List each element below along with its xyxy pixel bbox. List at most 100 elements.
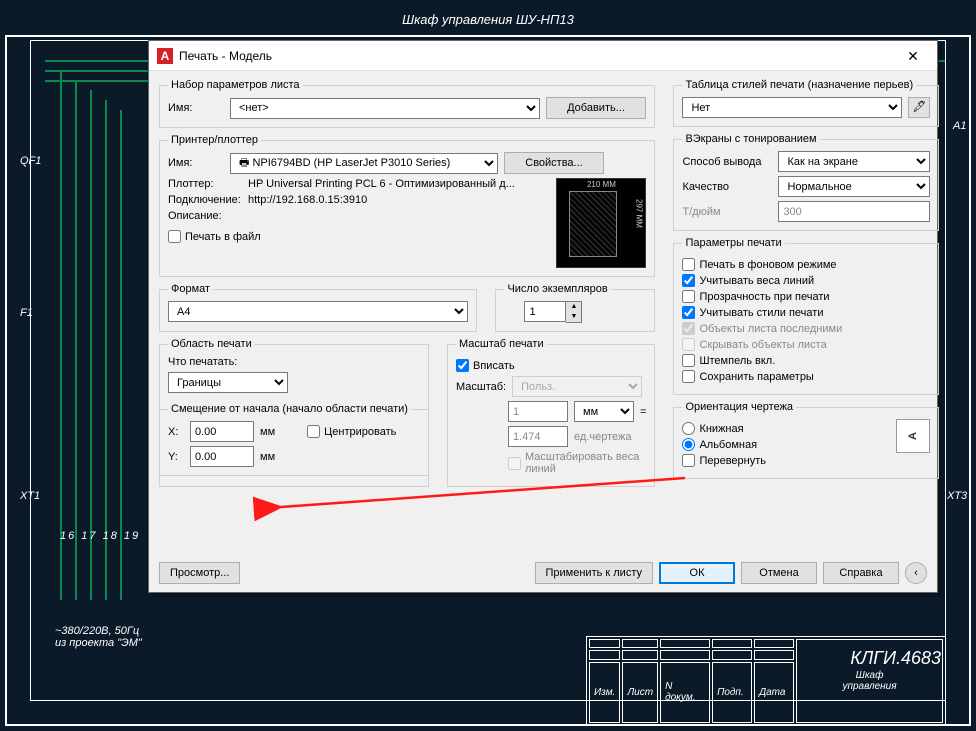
plotter-label: Плоттер: [168,178,248,190]
scale-equals: = [640,406,646,418]
pagesetup-name-label: Имя: [168,102,224,114]
opt-paperspace-last-checkbox [682,322,695,335]
plot-what-select[interactable]: Границы [168,372,288,393]
cad-label-f1: F1 [20,307,33,319]
plot-style-edit-button[interactable]: 🖋 [908,97,930,118]
landscape-radio[interactable] [682,438,695,451]
scale-numerator-input [508,401,568,422]
shade-mode-label: Способ вывода [682,156,772,168]
opt-transparency-checkbox[interactable] [682,290,695,303]
scale-unit2-label: ед.чертежа [574,431,631,443]
plotter-value: HP Universal Printing PCL 6 - Оптимизиро… [248,178,544,190]
drawing-title: Шкаф управления ШУ-НП13 [0,12,976,27]
copies-group: Число экземпляров ▲▼ [495,283,655,332]
cad-wire [105,100,107,600]
plot-options-legend: Параметры печати [682,237,784,249]
preview-button[interactable]: Просмотр... [159,562,240,584]
format-legend: Формат [168,283,213,295]
connection-label: Подключение: [168,194,248,206]
scale-label: Масштаб: [456,381,506,393]
portrait-radio[interactable] [682,422,695,435]
plot-style-select[interactable]: Нет [682,97,902,118]
cancel-button[interactable]: Отмена [741,562,817,584]
offset-x-label: X: [168,426,184,438]
connection-value: http://192.168.0.15:3910 [248,194,544,206]
cad-label-a1: A1 [953,120,966,132]
cad-voltage-note: ~380/220В, 50Гц из проекта "ЭМ" [55,625,142,649]
center-plot-label: Центрировать [324,426,396,438]
offset-x-input[interactable] [190,421,254,442]
offset-y-label: Y: [168,451,184,463]
printer-name-select[interactable]: 🖶 NPI6794BD (HP LaserJet P3010 Series) [230,153,498,174]
opt-hide-paperspace-checkbox [682,338,695,351]
opt-stamp-checkbox[interactable] [682,354,695,367]
dialog-footer: Просмотр... Применить к листу ОК Отмена … [159,562,927,584]
plot-offset-legend: Смещение от начала (начало области печат… [168,403,411,415]
plot-styles-legend: Таблица стилей печати (назначение перьев… [682,79,916,91]
scale-denominator-input [508,426,568,447]
apply-to-layout-button[interactable]: Применить к листу [535,562,654,584]
format-group: Формат A4 [159,283,477,332]
plot-options-group: Параметры печати Печать в фоновом режиме… [673,237,939,395]
scale-lineweights-label: Масштабировать веса линий [525,451,646,475]
opt-save-changes-checkbox[interactable] [682,370,695,383]
titleblock: Шкаф управления Изм.ЛистN докум.Подп.Дат… [586,636,946,726]
opt-plotstyles-checkbox[interactable] [682,306,695,319]
print-dialog: A Печать - Модель ✕ Набор параметров лис… [148,40,938,593]
printer-group: Принтер/плоттер Имя: 🖶 NPI6794BD (HP Las… [159,134,655,277]
cad-label-xt1: XT1 [20,490,40,502]
dialog-titlebar: A Печать - Модель ✕ [149,41,937,71]
shade-mode-select[interactable]: Как на экране [778,151,930,172]
close-button[interactable]: ✕ [897,44,929,68]
scale-lineweights-checkbox [508,457,521,470]
shade-quality-select[interactable]: Нормальное [778,176,930,197]
orientation-legend: Ориентация чертежа [682,401,796,413]
copies-up[interactable]: ▲ [566,302,581,312]
shade-quality-label: Качество [682,181,772,193]
plot-scale-group: Масштаб печати Вписать Масштаб: Польз. м… [447,338,655,487]
dialog-title: Печать - Модель [179,49,897,63]
ok-button[interactable]: ОК [659,562,735,584]
opt-lineweights-checkbox[interactable] [682,274,695,287]
cad-wire [90,90,92,600]
shade-dpi-label: Т/дюйм [682,206,772,218]
upside-down-checkbox[interactable] [682,454,695,467]
format-select[interactable]: A4 [168,301,468,322]
print-to-file-label: Печать в файл [185,231,261,243]
fit-to-paper-label: Вписать [473,360,515,372]
help-button[interactable]: Справка [823,562,899,584]
opt-background-checkbox[interactable] [682,258,695,271]
cad-label-xt3: XT3 [947,490,967,502]
plot-what-label: Что печатать: [168,356,420,368]
shade-dpi-input [778,201,930,222]
description-value [248,210,544,222]
copies-down[interactable]: ▼ [566,312,581,322]
page-setup-group: Набор параметров листа Имя: <нет> Добави… [159,79,655,128]
print-to-file-checkbox[interactable] [168,230,181,243]
plot-scale-legend: Масштаб печати [456,338,547,350]
center-plot-checkbox[interactable] [307,425,320,438]
orientation-group: Ориентация чертежа Книжная Альбомная Пер… [673,401,939,479]
cad-label-qf1: QF1 [20,155,41,167]
offset-y-input[interactable] [190,446,254,467]
copies-legend: Число экземпляров [504,283,610,295]
offset-y-unit: мм [260,451,275,463]
fit-to-paper-checkbox[interactable] [456,359,469,372]
app-icon: A [157,48,173,64]
paper-preview: 210 MM 297 MM [556,178,646,268]
shaded-viewport-legend: ВЭкраны с тонированием [682,133,819,145]
cad-wire [120,110,122,600]
printer-properties-button[interactable]: Свойства... [504,152,604,174]
cad-wire [75,80,77,600]
scale-select: Польз. [512,376,642,397]
offset-x-unit: мм [260,426,275,438]
page-setup-legend: Набор параметров листа [168,79,303,91]
scale-unit-select[interactable]: мм [574,401,634,422]
expand-button[interactable]: ‹ [905,562,927,584]
copies-input[interactable] [524,301,566,322]
paper-sheet-icon [569,191,617,257]
add-pagesetup-button[interactable]: Добавить... [546,97,646,119]
printer-name-label: Имя: [168,157,224,169]
plot-styles-group: Таблица стилей печати (назначение перьев… [673,79,939,127]
pagesetup-name-select[interactable]: <нет> [230,98,540,119]
